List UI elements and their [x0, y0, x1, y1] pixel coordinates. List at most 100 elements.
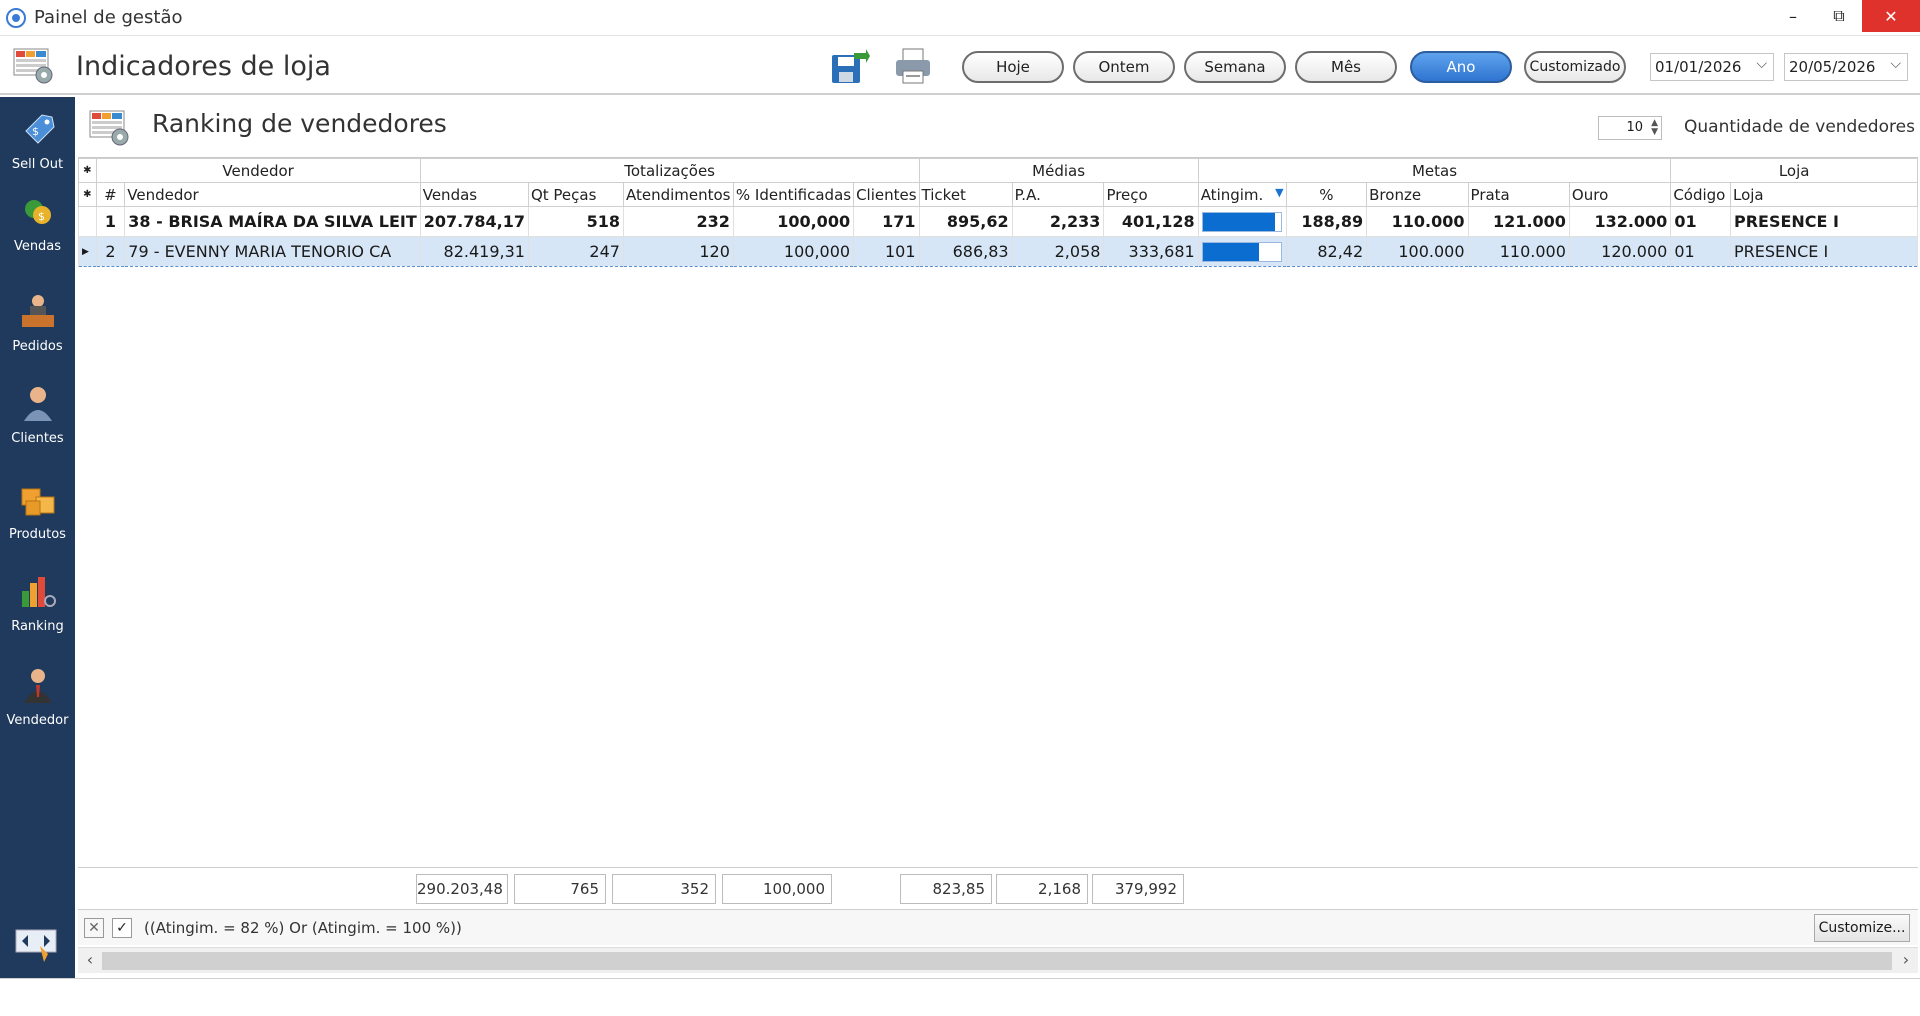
quantity-stepper[interactable]: 10 ▲ ▼ — [1598, 116, 1662, 140]
column-header-ticket[interactable]: Ticket — [918, 182, 1013, 207]
grid-corner-icon[interactable]: ✱ — [78, 182, 97, 207]
column-header-bronze[interactable]: Bronze — [1366, 182, 1469, 207]
sidebar-item-pedidos[interactable]: Pedidos — [0, 293, 75, 354]
sidebar-item-label: Ranking — [11, 619, 64, 634]
svg-text:$: $ — [38, 210, 45, 223]
cell-atingim — [1197, 236, 1287, 267]
clear-filter-icon[interactable]: ✕ — [84, 918, 104, 938]
total-vendas: 290.203,48 — [416, 874, 508, 904]
period-ontem-button[interactable]: Ontem — [1073, 51, 1175, 83]
scrollbar-thumb[interactable] — [102, 952, 1892, 970]
column-header-pct[interactable]: % — [1285, 182, 1368, 207]
group-header-loja: Loja — [1670, 158, 1918, 183]
column-header-qt-pecas[interactable]: Qt Peças — [527, 182, 624, 207]
period-ano-button[interactable]: Ano — [1410, 51, 1512, 83]
restore-button[interactable]: ⧉ — [1816, 0, 1862, 32]
period-mes-button[interactable]: Mês — [1295, 51, 1397, 83]
export-save-icon[interactable] — [830, 47, 870, 85]
period-customizado-button[interactable]: Customizado — [1524, 51, 1626, 83]
dashboard-logo-icon — [13, 48, 53, 84]
cell-atendimentos: 120 — [622, 236, 734, 267]
column-header-clientes[interactable]: Clientes — [853, 182, 920, 207]
row-indicator — [78, 206, 97, 237]
total-ticket: 823,85 — [900, 874, 992, 904]
cell-pct: 82,42 — [1285, 236, 1368, 267]
date-from-field[interactable]: 01/01/2026 ⌵ — [1650, 53, 1774, 81]
scroll-left-icon[interactable]: ‹ — [80, 950, 100, 969]
cell-bronze: 110.000 — [1366, 206, 1469, 237]
sidebar-item-vendas[interactable]: $ Vendas — [0, 193, 75, 254]
total-pa: 2,168 — [996, 874, 1088, 904]
sidebar-item-produtos[interactable]: Produtos — [0, 481, 75, 542]
sidebar-item-label: Produtos — [9, 527, 66, 542]
table-row[interactable]: 1 38 - BRISA MAÍRA DA SILVA LEIT 207.784… — [78, 206, 1919, 237]
filter-icon[interactable]: ▼ — [1275, 186, 1283, 199]
collapse-sidebar-icon[interactable] — [14, 924, 60, 964]
filter-expression[interactable]: ((Atingim. = 82 %) Or (Atingim. = 100 %)… — [144, 919, 462, 937]
cell-identificadas: 100,000 — [732, 206, 855, 237]
table-row-selected[interactable]: ▶ 2 79 - EVENNY MARIA TENORIO CA 82.419,… — [78, 236, 1919, 267]
column-header-atendimentos[interactable]: Atendimentos — [622, 182, 734, 207]
column-header-identificadas[interactable]: % Identificadas — [732, 182, 855, 207]
column-header-ouro[interactable]: Ouro — [1568, 182, 1672, 207]
cell-rank: 1 — [95, 206, 126, 237]
column-header-rank[interactable]: # — [95, 182, 126, 207]
sidebar: $ Sell Out $ Vendas Pedidos Clientes Pro… — [0, 97, 75, 978]
column-header-loja[interactable]: Loja — [1729, 182, 1919, 207]
title-bar: Painel de gestão – ⧉ ✕ — [0, 0, 1920, 36]
total-preco: 379,992 — [1092, 874, 1184, 904]
sidebar-item-label: Vendedor — [6, 713, 69, 728]
filter-enabled-checkbox[interactable]: ✓ — [112, 918, 132, 938]
period-semana-button[interactable]: Semana — [1184, 51, 1286, 83]
printer-icon[interactable] — [893, 47, 933, 85]
scroll-right-icon[interactable]: › — [1896, 950, 1916, 969]
cell-pecas: 518 — [527, 206, 624, 237]
column-header-vendas[interactable]: Vendas — [419, 182, 529, 207]
cell-identificadas: 100,000 — [732, 236, 855, 267]
quantity-label: Quantidade de vendedores — [1684, 117, 1915, 137]
sidebar-item-label: Pedidos — [12, 339, 63, 354]
minimize-button[interactable]: – — [1770, 0, 1816, 32]
group-header-metas: Metas — [1197, 158, 1672, 183]
column-header-preco[interactable]: Preço — [1103, 182, 1199, 207]
cell-pa: 2,058 — [1011, 236, 1105, 267]
customize-button[interactable]: Customize... — [1814, 914, 1910, 942]
column-header-vendedor[interactable]: Vendedor — [124, 182, 421, 207]
chevron-down-icon[interactable]: ⌵ — [1890, 56, 1901, 72]
cell-vendas: 207.784,17 — [419, 206, 529, 237]
filter-bar: ✕ ✓ ((Atingim. = 82 %) Or (Atingim. = 10… — [78, 909, 1918, 945]
cell-ouro: 132.000 — [1568, 206, 1672, 237]
header: Indicadores de loja Hoje Ontem Semana Mê… — [0, 37, 1920, 95]
column-header-pa[interactable]: P.A. — [1011, 182, 1105, 207]
date-to-field[interactable]: 20/05/2026 ⌵ — [1784, 53, 1908, 81]
column-header-atingim[interactable]: Atingim. ▼ — [1197, 182, 1287, 207]
cell-codigo: 01 — [1670, 236, 1731, 267]
spin-arrows-icon[interactable]: ▲ ▼ — [1651, 119, 1658, 137]
sidebar-item-sell-out[interactable]: $ Sell Out — [0, 111, 75, 172]
sidebar-item-ranking[interactable]: Ranking — [0, 573, 75, 634]
column-header-prata[interactable]: Prata — [1467, 182, 1570, 207]
cell-pct: 188,89 — [1285, 206, 1368, 237]
panel-title: Ranking de vendedores — [152, 109, 447, 138]
sidebar-item-clientes[interactable]: Clientes — [0, 385, 75, 446]
column-header-codigo[interactable]: Código — [1670, 182, 1731, 207]
horizontal-scrollbar[interactable]: ‹ › — [78, 947, 1918, 973]
grid-corner-icon[interactable]: ✱ — [78, 158, 97, 183]
cell-preco: 333,681 — [1103, 236, 1199, 267]
sidebar-item-vendedor[interactable]: Vendedor — [0, 667, 75, 728]
cell-clientes: 171 — [853, 206, 920, 237]
date-to-value: 20/05/2026 — [1789, 58, 1876, 76]
group-header-medias: Médias — [918, 158, 1199, 183]
sidebar-item-label: Vendas — [13, 239, 62, 254]
chevron-down-icon[interactable]: ⌵ — [1756, 56, 1767, 72]
desk-person-icon — [21, 295, 54, 327]
money-icon: $ — [24, 200, 51, 224]
status-bar — [0, 978, 1920, 1016]
close-button[interactable]: ✕ — [1862, 0, 1920, 32]
sidebar-item-label: Sell Out — [11, 157, 64, 172]
app-icon — [6, 7, 26, 28]
page-title: Indicadores de loja — [76, 51, 331, 82]
cell-prata: 110.000 — [1467, 236, 1570, 267]
period-hoje-button[interactable]: Hoje — [962, 51, 1064, 83]
sidebar-item-label: Clientes — [11, 431, 64, 446]
